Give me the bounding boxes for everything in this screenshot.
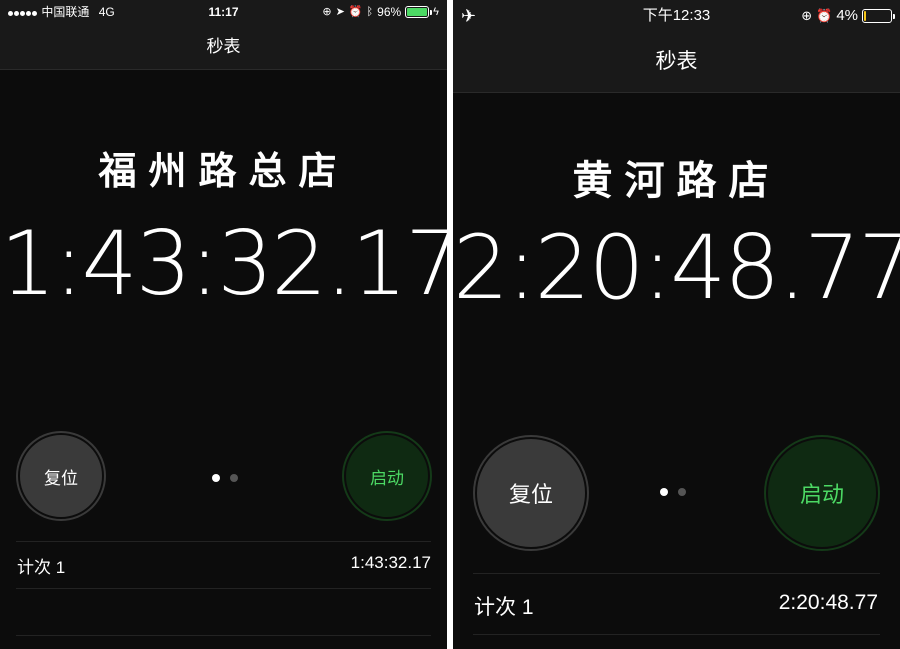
page-dot[interactable] [230,474,238,482]
divider [16,541,431,542]
nav-bar: 秒表 [0,24,447,70]
alarm-icon: ⏰ [348,6,363,18]
page-dot[interactable] [678,488,686,496]
lap-time: 1:43:32.17 [350,553,431,572]
lap-row: 计次 1 2:20:48.77 [453,591,900,619]
start-button-label: 启动 [799,482,844,507]
page-dot-active[interactable] [212,474,220,482]
rotation-lock-icon: ⊕ [322,6,332,18]
page-title: 秒表 [206,37,241,56]
bluetooth-icon: ᛒ [366,6,374,18]
store-name: 福州路总店 [98,149,349,193]
location-icon: ➤ [335,6,345,18]
nav-bar: 秒表 [453,32,900,93]
page-dot-active[interactable] [660,488,668,496]
battery-icon [405,6,433,18]
start-button[interactable]: 启动 [766,437,878,549]
rotation-lock-icon: ⊕ [801,8,813,23]
battery-percent: 96% [377,5,402,19]
reset-button[interactable]: 复位 [18,433,104,519]
stopwatch-time: 2:20:48.77 [453,216,900,319]
stopwatch-time: 1:43:32.17 [0,212,447,315]
lap-row: 计次 1 1:43:32.17 [0,553,447,577]
right-phone-screen: ✈ 下午12:33 ⊕ ⏰ 4% 秒表 黄河路店 2:20:48.77 复位 启… [453,0,900,649]
alarm-icon: ⏰ [816,8,833,23]
status-bar: ✈ 下午12:33 ⊕ ⏰ 4% [453,0,900,32]
lap-time: 2:20:48.77 [778,591,878,614]
divider [473,634,880,635]
lap-label: 计次 1 [474,596,534,619]
divider [16,588,431,589]
divider [16,635,431,636]
lap-label: 计次 1 [17,558,66,577]
start-button[interactable]: 启动 [344,433,430,519]
charging-icon: ϟ [433,6,439,18]
left-phone-screen: 中国联通 4G 11:17 ⊕ ➤ ⏰ ᛒ 96% ϟ 秒表 福州路总店 1:4… [0,0,447,649]
start-button-label: 启动 [370,468,404,488]
status-icons: ⊕ ⏰ 4% [801,0,895,32]
page-indicator[interactable] [660,488,686,496]
status-bar: 中国联通 4G 11:17 ⊕ ➤ ⏰ ᛒ 96% ϟ [0,0,447,24]
battery-percent: 4% [836,7,858,24]
divider [473,573,880,574]
reset-button-label: 复位 [44,468,78,488]
status-icons: ⊕ ➤ ⏰ ᛒ 96% ϟ [322,0,439,24]
page-title: 秒表 [655,50,698,73]
page-indicator[interactable] [212,474,238,482]
battery-icon [862,9,895,23]
reset-button[interactable]: 复位 [475,437,587,549]
reset-button-label: 复位 [508,482,553,507]
store-name: 黄河路店 [572,158,781,204]
